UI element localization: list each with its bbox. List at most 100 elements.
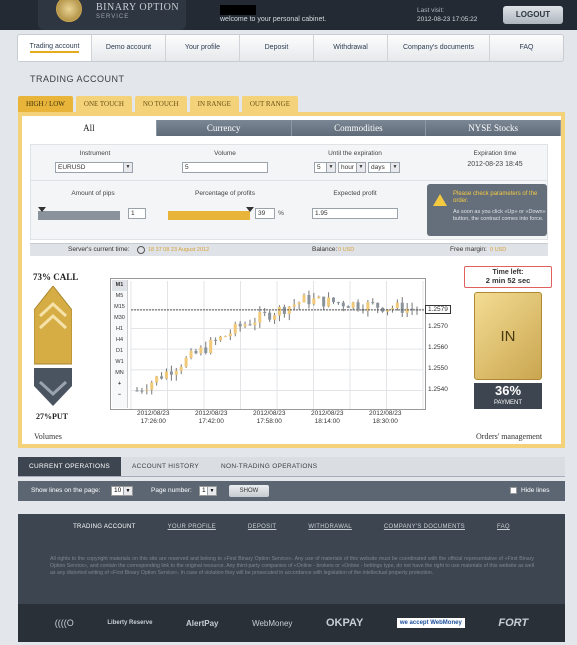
x-tick-label: 2012/08/23 17:58:00 bbox=[253, 410, 286, 425]
candle-body bbox=[169, 371, 173, 375]
nav-deposit[interactable]: Deposit bbox=[240, 35, 314, 61]
candle-body bbox=[395, 302, 399, 309]
expiration-days-select[interactable]: days ▼ bbox=[368, 162, 400, 173]
form-divider bbox=[30, 180, 548, 181]
operations-bar: Show lines on the page: 10 ▼ Page number:… bbox=[18, 481, 565, 501]
logout-button[interactable]: LOGOUT bbox=[503, 6, 563, 24]
candle-body bbox=[351, 302, 355, 308]
tab-current-operations[interactable]: CURRENT OPERATIONS bbox=[18, 457, 122, 476]
candle-body bbox=[258, 311, 262, 323]
nav-company-documents[interactable]: Company's documents bbox=[388, 35, 490, 61]
put-label: 27%PUT bbox=[36, 412, 68, 421]
page-label: Page number: bbox=[151, 487, 192, 494]
hide-lines-checkbox[interactable] bbox=[510, 487, 517, 494]
candle-body bbox=[214, 339, 218, 341]
nav-withdrawal[interactable]: Withdrawal bbox=[314, 35, 388, 61]
percent-input[interactable]: 39 bbox=[255, 208, 275, 219]
tf-w1[interactable]: W1 bbox=[112, 357, 127, 368]
show-button[interactable]: SHOW bbox=[229, 485, 269, 497]
tab-account-history[interactable]: ACCOUNT HISTORY bbox=[121, 457, 210, 476]
candle-body bbox=[371, 302, 375, 304]
instrument-select[interactable]: EURUSD ▼ bbox=[55, 162, 133, 173]
tab-all[interactable]: All bbox=[22, 120, 157, 136]
nav-demo-account[interactable]: Demo account bbox=[92, 35, 166, 61]
tab-currency[interactable]: Currency bbox=[156, 120, 292, 136]
tf-m5[interactable]: M5 bbox=[112, 291, 127, 302]
brand-name: BINARY OPTION bbox=[96, 2, 180, 13]
nav-faq[interactable]: FAQ bbox=[490, 35, 563, 61]
candle-body bbox=[322, 296, 326, 307]
margin-value: 0 USD bbox=[490, 247, 507, 253]
x-tick-label: 2012/08/23 17:26:00 bbox=[137, 410, 170, 425]
nav-trading-account[interactable]: Trading account bbox=[18, 35, 92, 61]
candle-body bbox=[307, 295, 311, 305]
tab-one-touch[interactable]: ONE TOUCH bbox=[75, 96, 132, 112]
expiration-time-label: Expiration time bbox=[473, 150, 517, 157]
tf-m30[interactable]: M30 bbox=[112, 313, 127, 324]
price-chart[interactable] bbox=[110, 278, 427, 410]
candle-body bbox=[219, 336, 223, 341]
payout-box: 36% PAYMENT bbox=[474, 383, 542, 409]
tab-out-range[interactable]: OUT RANGE bbox=[241, 96, 298, 112]
candle-body bbox=[174, 370, 178, 375]
chevron-down-icon: ▼ bbox=[326, 163, 335, 172]
percent-slider[interactable] bbox=[168, 211, 250, 220]
logo[interactable]: BINARY OPTION SERVICE bbox=[38, 0, 186, 30]
call-put-arrows[interactable] bbox=[34, 286, 72, 406]
expiration-unit-select[interactable]: hour ▼ bbox=[338, 162, 366, 173]
info-body: As soon as you click «Up» or «Down» butt… bbox=[453, 209, 546, 222]
tab-in-range[interactable]: IN RANGE bbox=[189, 96, 239, 112]
nav-label: Trading account bbox=[29, 43, 80, 53]
logo-emblem-icon bbox=[56, 0, 82, 22]
tab-commodities[interactable]: Commodities bbox=[291, 120, 427, 136]
payment-logos: ((((O Liberty Reserve AlertPay WebMoney … bbox=[18, 604, 565, 642]
footer-link-faq[interactable]: FAQ bbox=[481, 514, 526, 540]
slider-handle-icon[interactable] bbox=[246, 207, 254, 212]
percent-label: Percentage of profits bbox=[195, 190, 255, 197]
footer-link-your-profile[interactable]: YOUR PROFILE bbox=[152, 514, 232, 540]
y-tick-label: 1.2540 bbox=[428, 385, 448, 393]
pips-slider[interactable] bbox=[38, 211, 120, 220]
tf-m15[interactable]: M15 bbox=[112, 302, 127, 313]
pips-input[interactable]: 1 bbox=[128, 208, 146, 219]
zoom-in-icon[interactable]: + bbox=[112, 379, 127, 390]
expiration-number-select[interactable]: 5 ▼ bbox=[314, 162, 336, 173]
up-arrow-icon bbox=[34, 286, 72, 365]
tf-m1[interactable]: M1 bbox=[112, 280, 127, 291]
payment-fort: FORT bbox=[498, 617, 529, 629]
footer-link-trading-account[interactable]: TRADING ACCOUNT bbox=[57, 514, 152, 540]
lines-select[interactable]: 10 ▼ bbox=[111, 486, 133, 496]
x-tick-label: 2012/08/23 18:30:00 bbox=[369, 410, 402, 425]
footer-link-company-documents[interactable]: COMPANY'S DOCUMENTS bbox=[368, 514, 481, 540]
candle-body bbox=[194, 350, 198, 354]
tab-no-touch[interactable]: NO TOUCH bbox=[134, 96, 187, 112]
tf-h1[interactable]: H1 bbox=[112, 324, 127, 335]
page-select[interactable]: 1 ▼ bbox=[199, 486, 217, 496]
tf-mn[interactable]: MN bbox=[112, 368, 127, 379]
tf-h4[interactable]: H4 bbox=[112, 335, 127, 346]
username-redacted bbox=[220, 5, 256, 15]
footer-link-deposit[interactable]: DEPOSIT bbox=[232, 514, 292, 540]
candle-body bbox=[199, 347, 203, 354]
payout-percent: 36% bbox=[494, 383, 522, 398]
profit-label: Expected profit bbox=[333, 190, 377, 197]
nav-your-profile[interactable]: Your profile bbox=[166, 35, 240, 61]
tab-non-trading-operations[interactable]: NON-TRADING OPERATIONS bbox=[210, 457, 328, 476]
payment-circles-icon: ((((O bbox=[54, 618, 74, 628]
slider-handle-icon[interactable] bbox=[38, 207, 46, 212]
tf-d1[interactable]: D1 bbox=[112, 346, 127, 357]
volume-input[interactable]: 5 bbox=[182, 162, 268, 173]
candle-body bbox=[297, 302, 301, 305]
candle-body bbox=[140, 390, 144, 392]
page-value: 1 bbox=[202, 487, 206, 494]
candle-body bbox=[223, 336, 227, 338]
candle-body bbox=[273, 315, 277, 320]
expiration-label: Until the expiration bbox=[328, 150, 382, 157]
tab-high-low[interactable]: HIGH / LOW bbox=[18, 96, 73, 112]
zoom-out-icon[interactable]: − bbox=[112, 390, 127, 401]
payment-liberty-reserve: Liberty Reserve bbox=[107, 620, 153, 626]
in-button[interactable]: IN bbox=[474, 292, 542, 380]
footer-link-withdrawal[interactable]: WITHDRAWAL bbox=[292, 514, 368, 540]
tab-nyse-stocks[interactable]: NYSE Stocks bbox=[426, 120, 561, 136]
candle-body bbox=[243, 324, 247, 327]
